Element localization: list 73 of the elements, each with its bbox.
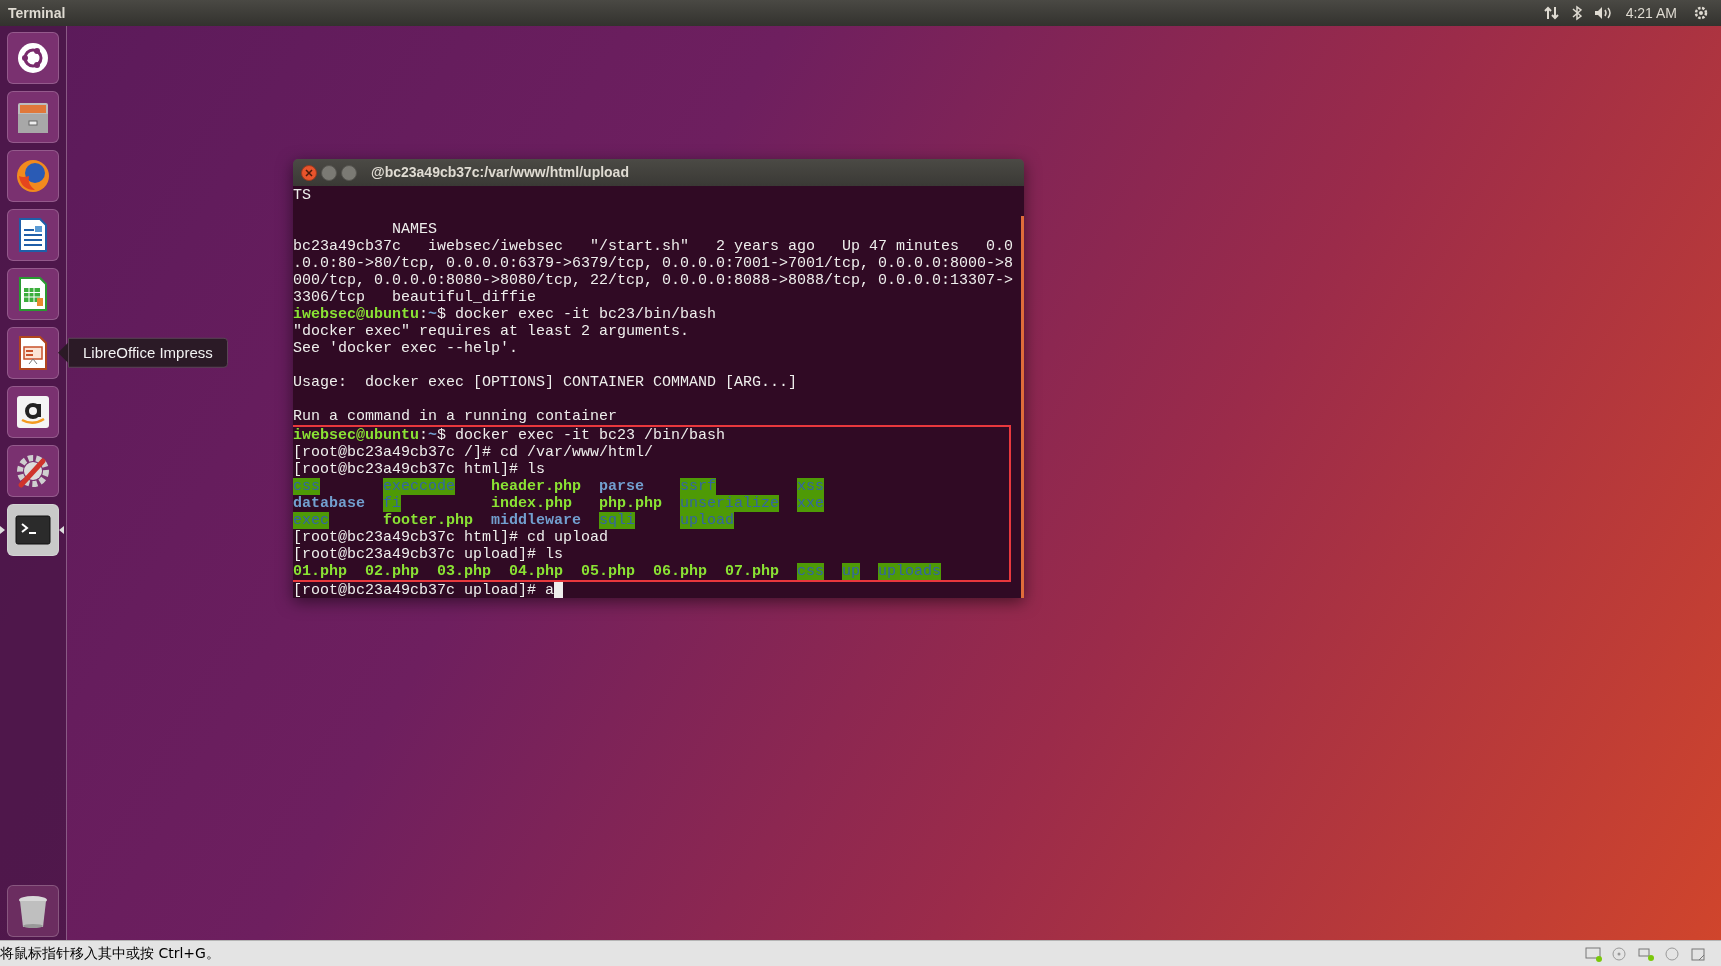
close-icon bbox=[305, 168, 313, 177]
launcher-item[interactable] bbox=[7, 208, 59, 261]
terminal-text: [root@bc23a49cb37c /]# cd /var/www/html/ bbox=[293, 444, 654, 461]
file-name: header.php bbox=[491, 478, 581, 495]
terminal-text: [root@bc23a49cb37c upload]# a bbox=[293, 582, 555, 598]
terminal-text: $ docker exec -it bc23/bin/bash bbox=[437, 306, 717, 323]
minimize-button[interactable] bbox=[321, 164, 337, 181]
launcher-item[interactable] bbox=[7, 90, 59, 143]
terminal-text: [root@bc23a49cb37c html]# cd upload bbox=[293, 529, 609, 546]
terminal-text: : bbox=[419, 427, 429, 444]
launcher-item[interactable] bbox=[7, 267, 59, 320]
terminal-text: See 'docker exec --help'. bbox=[293, 340, 519, 357]
terminal-text: [root@bc23a49cb37c upload]# ls bbox=[293, 546, 564, 563]
directory-name: css bbox=[797, 563, 824, 580]
directory-name: xxe bbox=[797, 495, 824, 512]
directory-name: sqli bbox=[599, 512, 635, 529]
directory-name: css bbox=[293, 478, 320, 495]
launcher-item[interactable] bbox=[7, 444, 59, 497]
file-name: 06.php bbox=[653, 563, 707, 580]
power-gear-icon[interactable] bbox=[1693, 5, 1709, 21]
terminal-text: .0.0:80->80/tcp, 0.0.0.0:6379->6379/tcp, 0.0.0.0:7001->7001/tcp, 0.0.0.0:8000->8 bbox=[293, 255, 1014, 272]
directory-name: database bbox=[293, 495, 365, 512]
file-name: index.php bbox=[491, 495, 572, 512]
focus-indicator-icon bbox=[59, 525, 64, 534]
file-name: 04.php bbox=[509, 563, 563, 580]
volume-icon[interactable] bbox=[1593, 5, 1614, 21]
tooltip: LibreOffice Impress bbox=[68, 337, 228, 368]
directory-name: fi bbox=[383, 495, 401, 512]
bluetooth-icon[interactable] bbox=[1571, 5, 1582, 21]
file-name: php.php bbox=[599, 495, 662, 512]
file-name: 05.php bbox=[581, 563, 635, 580]
launcher-item[interactable] bbox=[7, 385, 59, 438]
terminal-text: NAMES bbox=[391, 221, 438, 238]
terminal-text: 3306/tcp beautiful_diffie bbox=[293, 289, 537, 306]
launcher-item[interactable] bbox=[7, 31, 59, 84]
terminal-text: Usage: docker exec [OPTIONS] CONTAINER COMMAND [ARG...] bbox=[293, 374, 798, 391]
terminal-text: : bbox=[419, 306, 429, 323]
directory-name: unserialize bbox=[680, 495, 780, 512]
status-hint: 将鼠标指针移入其中或按 Ctrl+G。 bbox=[0, 944, 220, 963]
launcher-item[interactable] bbox=[7, 884, 59, 937]
prompt-user: iwebsec@ubuntu bbox=[293, 306, 420, 323]
terminal-text: $ docker exec -it bc23 /bin/bash bbox=[437, 427, 726, 444]
directory-name: execcode bbox=[383, 478, 455, 495]
directory-name: middleware bbox=[491, 512, 581, 529]
directory-name: parse bbox=[599, 478, 644, 495]
terminal-text: TS bbox=[293, 187, 311, 204]
close-button[interactable] bbox=[301, 164, 317, 181]
prompt-path: ~ bbox=[428, 306, 438, 323]
prompt-path: ~ bbox=[428, 427, 438, 444]
directory-name: upload bbox=[680, 512, 734, 529]
launcher-item[interactable] bbox=[7, 503, 59, 556]
window-title: @bc23a49cb37c:/var/www/html/upload bbox=[371, 163, 629, 182]
terminal-text: [root@bc23a49cb37c html]# ls bbox=[293, 461, 546, 478]
app-title: Terminal bbox=[8, 3, 66, 23]
launcher-item[interactable] bbox=[7, 326, 59, 379]
directory-name: up bbox=[842, 563, 860, 580]
directory-name: uploads bbox=[878, 563, 941, 580]
file-name: 02.php bbox=[365, 563, 419, 580]
terminal-text: "docker exec" requires at least 2 arguments. bbox=[293, 323, 690, 340]
network-arrows-icon[interactable] bbox=[1543, 5, 1560, 21]
file-name: 07.php bbox=[725, 563, 779, 580]
directory-name: ssrf bbox=[680, 478, 716, 495]
terminal-text: Run a command in a running container bbox=[293, 408, 618, 425]
file-name: 03.php bbox=[437, 563, 491, 580]
file-name: footer.php bbox=[383, 512, 473, 529]
terminal-text: bc23a49cb37c iwebsec/iwebsec "/start.sh" 2 years ago Up 47 minutes 0.0 bbox=[293, 238, 1014, 255]
clock[interactable]: 4:21 AM bbox=[1625, 2, 1677, 24]
prompt-user: iwebsec@ubuntu bbox=[293, 427, 420, 444]
file-name: 01.php bbox=[293, 563, 347, 580]
directory-name: xss bbox=[797, 478, 824, 495]
terminal-text: 000/tcp, 0.0.0.0:8080->8080/tcp, 22/tcp, 0.0.0.0:8088->8088/tcp, 0.0.0.0:13307-> bbox=[293, 272, 1014, 289]
directory-name: exec bbox=[293, 512, 329, 529]
maximize-button[interactable] bbox=[341, 164, 357, 181]
